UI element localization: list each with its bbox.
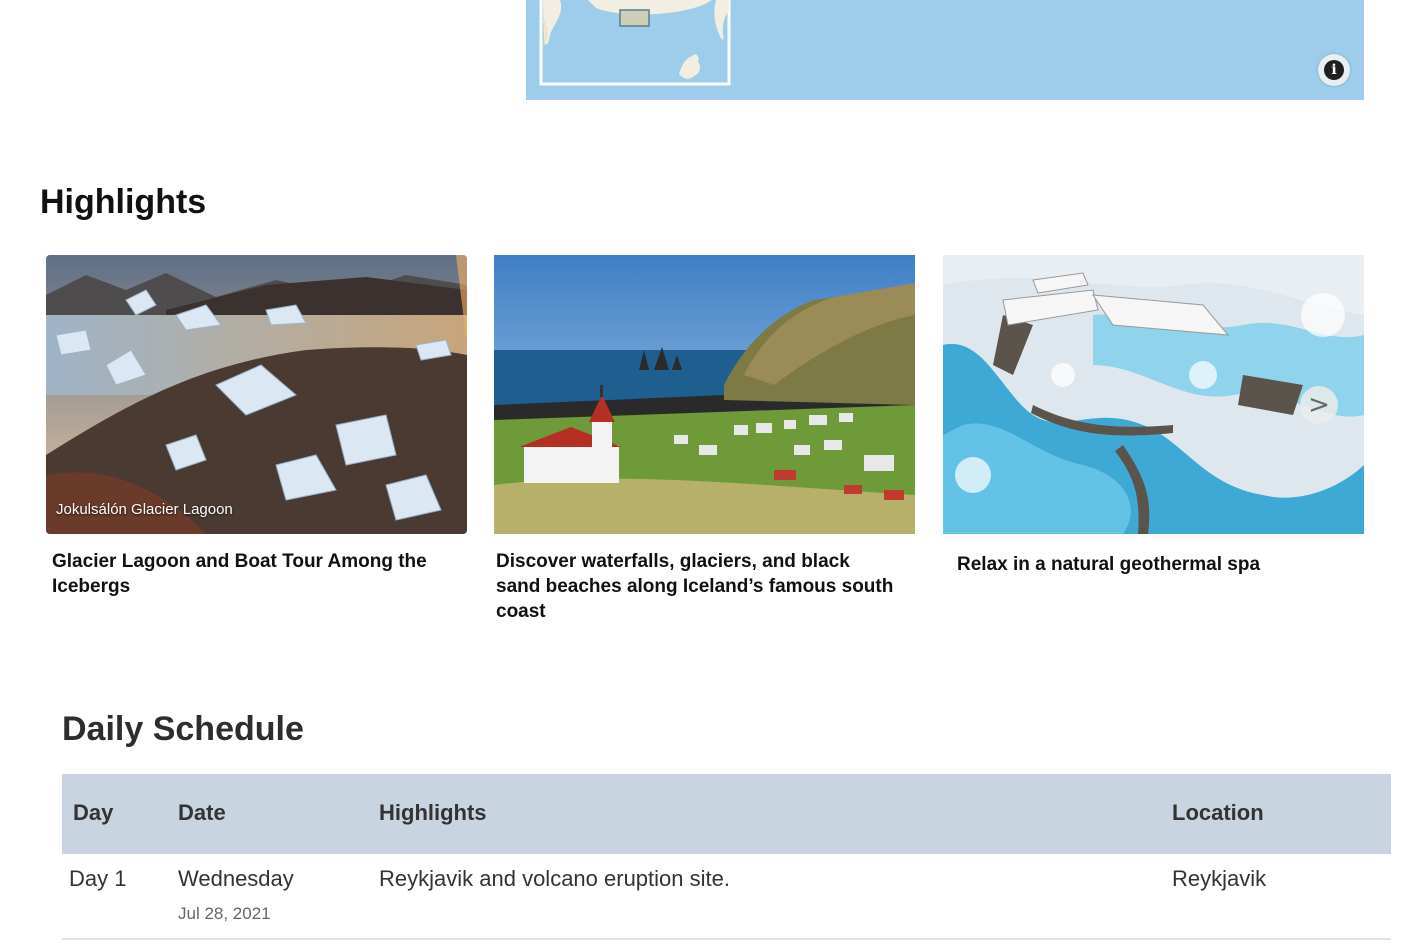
map-view[interactable] bbox=[526, 0, 1364, 100]
image-caption: Jokulsálón Glacier Lagoon bbox=[56, 501, 233, 518]
cell-date: Jul 28, 2021 bbox=[178, 904, 271, 923]
column-header-date: Date bbox=[178, 800, 226, 825]
map-graphic bbox=[539, 0, 731, 86]
cell-highlights: Reykjavik and volcano eruption site. bbox=[379, 866, 730, 891]
card-title-south-coast[interactable]: Discover waterfalls, glaciers, and black… bbox=[496, 549, 896, 624]
daily-schedule-heading: Daily Schedule bbox=[62, 710, 304, 748]
card-title-geothermal-spa[interactable]: Relax in a natural geothermal spa bbox=[957, 552, 1357, 577]
table-row[interactable]: Day 1 Wednesday Jul 28, 2021 Reykjavik a… bbox=[62, 854, 1391, 940]
column-header-day: Day bbox=[73, 800, 114, 825]
info-icon: i bbox=[1324, 60, 1344, 80]
south-coast-image[interactable] bbox=[494, 255, 915, 534]
cell-location: Reykjavik bbox=[1172, 866, 1267, 891]
column-header-location: Location bbox=[1172, 800, 1264, 825]
cell-weekday: Wednesday bbox=[178, 866, 294, 891]
highlights-heading: Highlights bbox=[40, 183, 207, 221]
card-title-glacier-lagoon[interactable]: Glacier Lagoon and Boat Tour Among the I… bbox=[52, 549, 452, 599]
map-info-button[interactable]: i bbox=[1318, 54, 1350, 86]
carousel-next-button[interactable]: > bbox=[1300, 386, 1338, 424]
glacier-lagoon-image[interactable]: Jokulsálón Glacier Lagoon bbox=[46, 255, 467, 534]
schedule-table-header: Day Date Highlights Location bbox=[62, 774, 1391, 854]
geothermal-spa-image[interactable] bbox=[943, 255, 1364, 534]
cell-day: Day 1 bbox=[69, 866, 127, 891]
chevron-right-icon: > bbox=[1308, 390, 1330, 420]
column-header-highlights: Highlights bbox=[379, 800, 487, 825]
